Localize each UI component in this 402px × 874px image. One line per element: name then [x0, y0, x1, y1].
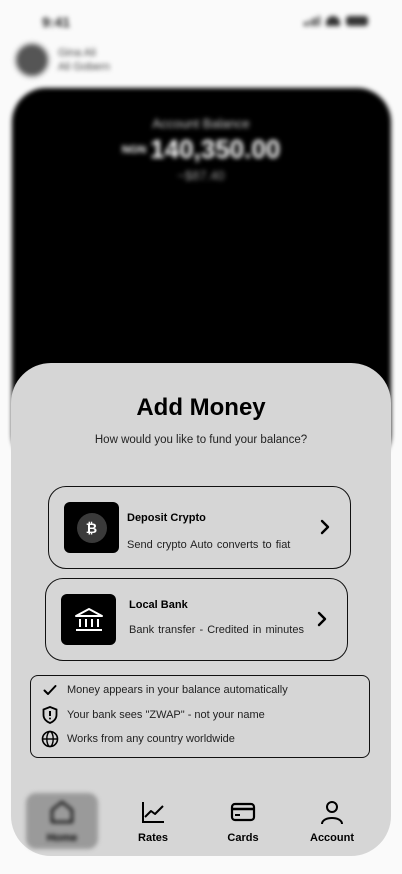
option-description: Bank transfer - Credited in minutes: [129, 624, 304, 636]
person-icon: [321, 801, 343, 825]
battery-icon: [346, 16, 368, 26]
info-row: Works from any country worldwide: [41, 730, 235, 748]
sheet-title: Add Money: [136, 394, 266, 421]
card-icon: [230, 802, 256, 822]
deposit-crypto-option[interactable]: ₿ Deposit Crypto Send crypto Auto conver…: [48, 486, 351, 569]
tab-home[interactable]: Home: [26, 793, 98, 849]
tab-label: Cards: [227, 832, 259, 844]
tab-account[interactable]: Account: [296, 793, 368, 849]
info-box: Money appears in your balance automatica…: [30, 675, 370, 758]
info-text: Works from any country worldwide: [67, 733, 235, 745]
option-title: Deposit Crypto: [127, 512, 206, 524]
info-row: Your bank sees "ZWAP" - not your name: [41, 706, 265, 724]
option-title: Local Bank: [129, 599, 188, 611]
tab-label: Account: [310, 832, 354, 844]
status-time: 9:41: [42, 14, 71, 30]
balance-currency: NGN: [121, 143, 147, 156]
chevron-right-icon: [320, 519, 330, 535]
user-name-line2: Ali Gobern: [58, 61, 110, 73]
chart-icon: [142, 802, 164, 823]
tab-label: Rates: [138, 832, 168, 844]
bank-icon: [74, 607, 103, 631]
balance-value: 140,350.00: [150, 134, 281, 164]
avatar[interactable]: [14, 42, 50, 78]
local-bank-option[interactable]: Local Bank Bank transfer - Credited in m…: [45, 578, 348, 661]
info-text: Money appears in your balance automatica…: [67, 684, 288, 696]
user-header[interactable]: Gina Ali Ali Gobern: [14, 42, 110, 78]
info-row: Money appears in your balance automatica…: [41, 681, 288, 699]
info-text: Your bank sees "ZWAP" - not your name: [67, 709, 265, 721]
tab-label: Home: [46, 832, 78, 844]
check-icon: [41, 681, 59, 699]
home-icon: [50, 800, 74, 824]
balance-usd: ~$87.40: [177, 168, 225, 183]
shield-icon: [41, 706, 59, 724]
bank-icon-box: [61, 594, 116, 645]
signal-icon: [304, 16, 320, 26]
globe-icon: [41, 730, 59, 748]
status-icons: [304, 16, 368, 26]
bitcoin-icon-box: ₿: [64, 502, 119, 553]
tab-rates[interactable]: Rates: [117, 793, 189, 849]
bitcoin-icon: ₿: [76, 512, 107, 543]
balance-label: Account Balance: [152, 116, 250, 131]
tab-cards[interactable]: Cards: [207, 793, 279, 849]
wifi-icon: [326, 16, 340, 26]
balance-amount: NGN 140,350.00: [0, 134, 402, 165]
option-description: Send crypto Auto converts to fiat: [127, 539, 291, 551]
status-bar: 9:41: [0, 10, 402, 34]
chevron-right-icon: [317, 611, 327, 627]
sheet-subtitle: How would you like to fund your balance?: [94, 434, 308, 446]
user-name-line1: Gina Ali: [58, 47, 96, 59]
